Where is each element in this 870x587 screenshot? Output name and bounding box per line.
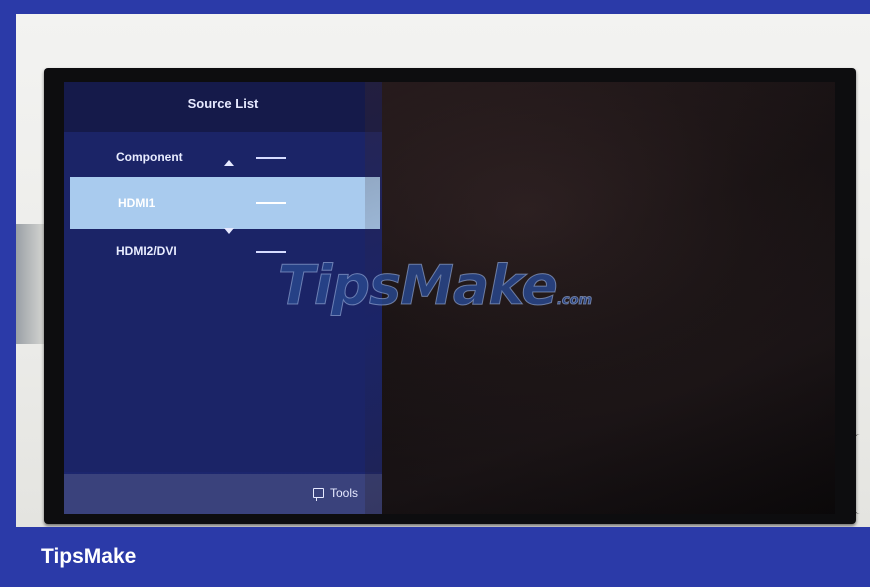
tv-photo: Source List Component HDMI1 HDMI2/DVI To… <box>16 14 870 527</box>
tools-label: Tools <box>329 486 358 500</box>
source-item-component[interactable]: Component <box>64 138 382 178</box>
tools-icon <box>312 488 324 501</box>
caption-text: TipsMake <box>41 545 137 568</box>
scroll-up-icon[interactable] <box>224 160 234 166</box>
image-frame: Source List Component HDMI1 HDMI2/DVI To… <box>0 0 870 587</box>
source-item-line <box>256 157 286 159</box>
caption-bar: TipsMake <box>0 527 870 587</box>
source-list-header: Source List <box>64 82 382 132</box>
source-list-footer: Tools <box>64 474 382 514</box>
source-item-line <box>256 202 286 204</box>
source-item-line <box>256 251 286 253</box>
source-list-title: Source List <box>187 96 259 111</box>
watermark-suffix: .com <box>556 293 593 309</box>
wall-shadow <box>16 224 46 344</box>
watermark: TipsMake.com <box>278 254 593 318</box>
tools-button[interactable]: Tools <box>312 486 358 501</box>
watermark-text: TipsMake <box>278 254 559 318</box>
source-item-label: Component <box>116 150 183 164</box>
source-item-label: HDMI2/DVI <box>116 244 177 258</box>
source-item-label: HDMI1 <box>118 196 156 210</box>
source-item-hdmi1[interactable]: HDMI1 <box>70 177 380 229</box>
